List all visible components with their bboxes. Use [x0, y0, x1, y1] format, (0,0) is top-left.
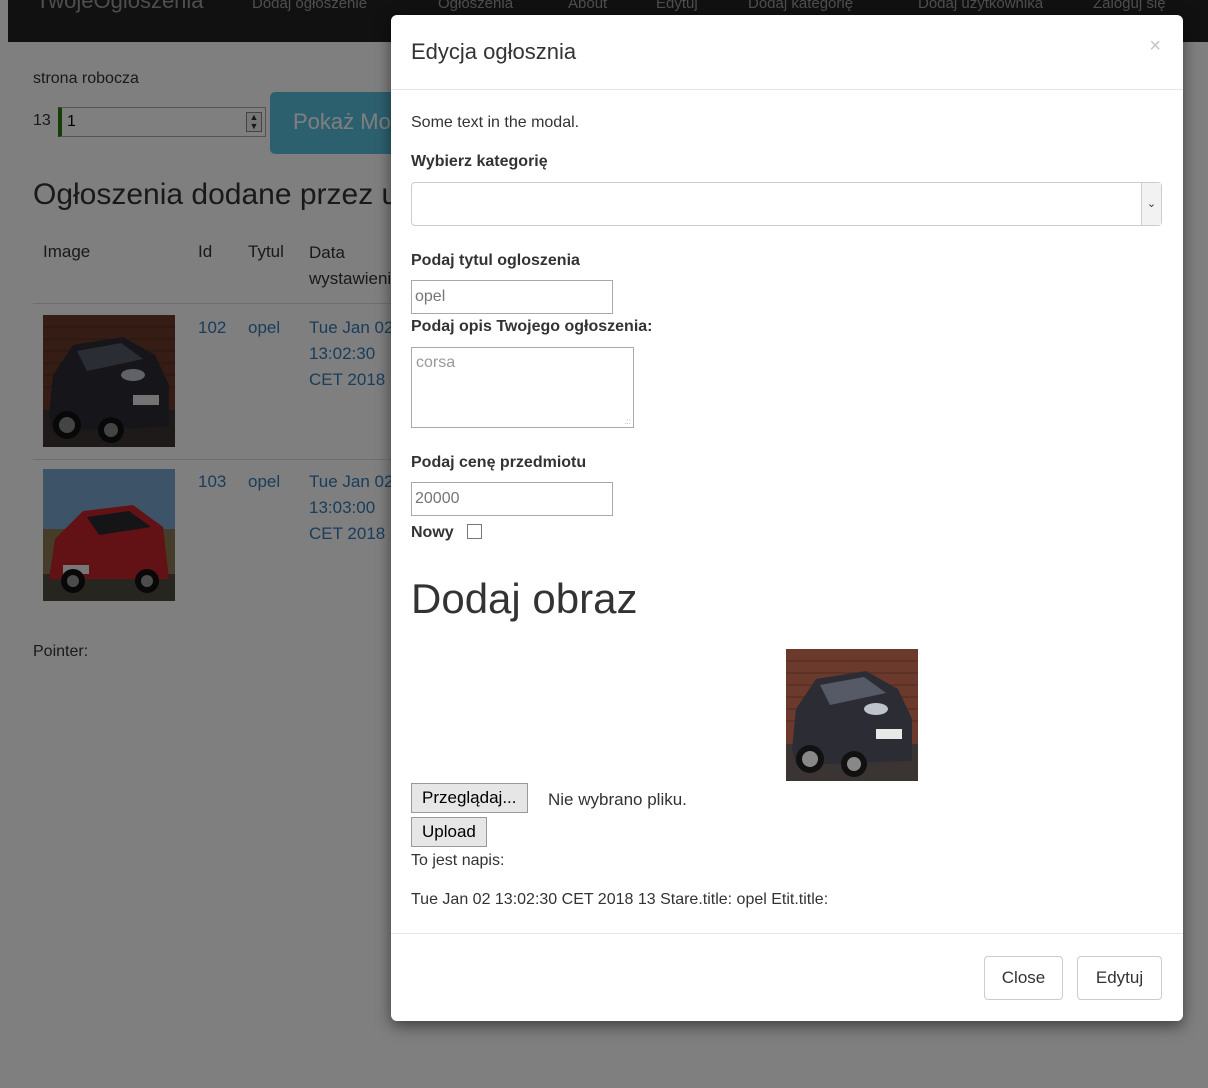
- new-label: Nowy: [411, 524, 454, 541]
- modal-footer-divider: [391, 933, 1183, 934]
- price-input[interactable]: [411, 482, 613, 516]
- modal-intro-text: Some text in the modal.: [411, 114, 580, 131]
- debug-text: Tue Jan 02 13:02:30 CET 2018 13 Stare.ti…: [411, 891, 829, 908]
- description-textarea[interactable]: corsa .::: [411, 347, 634, 428]
- title-input[interactable]: [411, 280, 613, 314]
- chevron-down-icon[interactable]: ⌄: [1141, 183, 1161, 225]
- new-checkbox[interactable]: [467, 524, 482, 539]
- car-preview-image: [786, 649, 918, 781]
- description-placeholder: corsa: [416, 354, 456, 371]
- upload-button[interactable]: Upload: [411, 817, 487, 847]
- caption-text: To jest napis:: [411, 852, 505, 869]
- category-label: Wybierz kategorię: [411, 153, 548, 170]
- no-file-text: Nie wybrano pliku.: [548, 790, 687, 809]
- price-label: Podaj cenę przedmiotu: [411, 454, 587, 471]
- description-label: Podaj opis Twojego ogłoszenia:: [411, 318, 653, 335]
- modal-title: Edycja ogłosznia: [411, 39, 577, 64]
- add-image-heading: Dodaj obraz: [411, 575, 638, 622]
- edit-ad-modal: Edycja ogłosznia × Some text in the moda…: [391, 15, 1183, 1021]
- close-button[interactable]: Close: [984, 956, 1063, 1000]
- close-icon[interactable]: ×: [1149, 35, 1161, 58]
- modal-header: Edycja ogłosznia ×: [391, 15, 1183, 90]
- title-label: Podaj tytul ogloszenia: [411, 252, 580, 269]
- resize-grip-icon[interactable]: .::: [624, 417, 631, 426]
- browse-button[interactable]: Przeglądaj...: [411, 783, 528, 813]
- edit-button[interactable]: Edytuj: [1077, 956, 1162, 1000]
- category-select[interactable]: ⌄: [411, 182, 1162, 226]
